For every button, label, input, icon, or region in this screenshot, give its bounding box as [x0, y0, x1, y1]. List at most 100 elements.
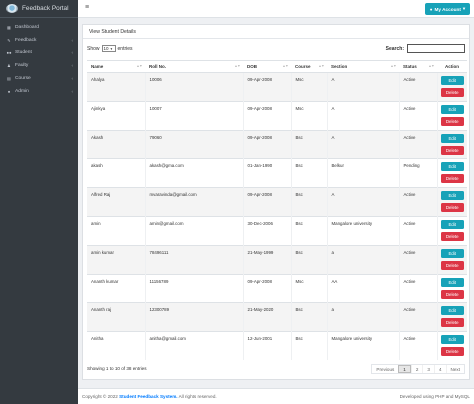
delete-button[interactable]: Delete — [440, 347, 464, 357]
pagination-page-2[interactable]: 2 — [410, 365, 423, 373]
edit-button[interactable]: Edit — [440, 335, 464, 345]
table-header-row: Name ▲▼ Roll No. ▲▼ DOB ▲▼ Course ▲▼ Section… — [87, 60, 467, 73]
sidebar-item-course[interactable]: ▤ Course ‹ — [0, 72, 78, 85]
system-name-link[interactable]: Student Feedback System. — [119, 394, 177, 399]
cell-status: Active — [398, 100, 437, 131]
sidebar-item-admin[interactable]: ● Admin ‹ — [0, 85, 78, 98]
delete-button[interactable]: Delete — [440, 318, 464, 328]
cell-roll: 79060 — [144, 129, 243, 159]
cell-status: Pending — [398, 158, 437, 188]
sidebar-item-dashboard[interactable]: ▦ Dashboard — [0, 21, 78, 34]
chevron-left-icon: ‹ — [71, 76, 74, 82]
search-control: Search: — [386, 44, 465, 53]
sort-icon: ▲▼ — [428, 64, 434, 68]
pagination-page-4[interactable]: 4 — [433, 365, 446, 373]
cell-name: Ananth raj — [87, 302, 145, 332]
table-info: Showing 1 to 10 of 38 entries — [87, 366, 147, 371]
cell-action: Edit Delete — [436, 215, 467, 246]
pagination-page-3[interactable]: 3 — [422, 365, 434, 373]
dashboard-icon: ▦ — [7, 24, 11, 30]
column-header-dob[interactable]: DOB ▲▼ — [243, 60, 291, 73]
cell-name: akash — [87, 158, 145, 188]
cell-action: Edit Delete — [436, 273, 467, 303]
column-header-section[interactable]: Section ▲▼ — [327, 60, 399, 73]
users-icon: ●● — [6, 50, 12, 56]
hamburger-menu-icon[interactable]: ≡ — [85, 4, 89, 11]
cell-course: Msc — [290, 72, 327, 102]
students-table: Name ▲▼ Roll No. ▲▼ DOB ▲▼ Course ▲▼ Section… — [87, 60, 467, 361]
delete-button[interactable]: Delete — [440, 260, 464, 270]
cell-name: Ajinkya — [87, 100, 145, 131]
edit-button[interactable]: Edit — [440, 104, 464, 114]
card-title: View Student Details — [83, 25, 469, 39]
cell-section: AA — [326, 273, 399, 303]
brand[interactable]: Feedback Portal — [0, 0, 78, 18]
cell-name: Alfred Raj — [87, 187, 145, 217]
cell-action: Edit Delete — [436, 158, 467, 188]
user-icon: ● — [7, 88, 11, 94]
sidebar-item-feedback[interactable]: ✎ Feedback ‹ — [0, 34, 78, 47]
edit-button[interactable]: Edit — [440, 248, 464, 258]
delete-button[interactable]: Delete — [440, 203, 464, 213]
cell-roll: amin@gmail.com — [144, 215, 243, 246]
sidebar-item-label: Faulty — [15, 63, 29, 69]
edit-button[interactable]: Edit — [440, 191, 464, 201]
cell-roll: 78496111 — [144, 244, 243, 275]
delete-button[interactable]: Delete — [440, 88, 464, 97]
brand-title: Feedback Portal — [22, 5, 69, 12]
cell-section: a — [326, 244, 399, 275]
edit-button[interactable]: Edit — [440, 76, 464, 85]
delete-button[interactable]: Delete — [440, 289, 464, 299]
cell-section: a — [326, 302, 399, 332]
entries-label: entries — [117, 45, 133, 52]
search-label: Search: — [385, 45, 404, 52]
edit-button[interactable]: Edit — [440, 277, 464, 287]
cell-course: Bsc — [290, 215, 327, 246]
book-icon: ▤ — [7, 76, 11, 82]
table-row: Ajinkya 10007 09-Apr-2008 Msc A Active Edit Del… — [87, 100, 467, 131]
sidebar-item-faulty[interactable]: ♟ Faulty ‹ — [0, 59, 78, 72]
column-header-name[interactable]: Name ▲▼ — [87, 60, 145, 73]
caret-down-icon: ▾ — [462, 6, 466, 11]
sort-icon: ▲▼ — [282, 64, 288, 68]
cell-status: Active — [398, 244, 437, 275]
cell-action: Edit Delete — [436, 244, 467, 275]
cell-dob: 09-Apr-2008 — [242, 187, 291, 217]
column-header-status[interactable]: Status ▲▼ — [399, 60, 437, 73]
rights-text: All rights reserved. — [178, 394, 217, 399]
student-details-card: View Student Details Show 10 ▾ entries S… — [82, 24, 470, 380]
pagination-next[interactable]: Next — [445, 365, 464, 373]
delete-button[interactable]: Delete — [440, 116, 464, 126]
delete-button[interactable]: Delete — [440, 231, 464, 241]
column-header-course[interactable]: Course ▲▼ — [291, 60, 327, 73]
user-tie-icon: ♟ — [7, 63, 11, 69]
sidebar-item-student[interactable]: ●● Student ‹ — [0, 47, 78, 60]
pagination-page-1[interactable]: 1 — [398, 365, 411, 373]
search-input[interactable] — [407, 44, 465, 53]
table-row: Anitha anitha@gmail.com 12-Jun-2001 Bsc Mang… — [87, 331, 467, 361]
edit-button[interactable]: Edit — [440, 219, 464, 229]
delete-button[interactable]: Delete — [440, 145, 464, 155]
cell-name: Anitha — [87, 331, 145, 361]
cell-action: Edit Delete — [436, 100, 467, 131]
edit-button[interactable]: Edit — [440, 306, 464, 316]
delete-button[interactable]: Delete — [440, 174, 464, 184]
chevron-left-icon: ‹ — [71, 50, 74, 56]
chevron-down-icon: ▾ — [110, 46, 113, 51]
cell-section: Belkur — [326, 158, 399, 188]
cell-status: Active — [398, 302, 437, 332]
cell-section: Mangalore university — [326, 331, 399, 361]
my-account-button[interactable]: ● My Account ▾ — [425, 3, 470, 15]
column-header-roll[interactable]: Roll No. ▲▼ — [145, 60, 243, 73]
cell-course: Bsc — [290, 158, 327, 188]
edit-button[interactable]: Edit — [440, 133, 464, 143]
edit-button[interactable]: Edit — [440, 162, 464, 172]
table-row: amin kumar 78496111 21-May-1999 Bsc a Active E… — [87, 244, 467, 275]
cell-section: A — [326, 100, 399, 131]
entries-select[interactable]: 10 ▾ — [101, 45, 116, 52]
cell-roll: akash@gma.com — [144, 158, 243, 188]
table-row: Ananth kumar 11156789 09-Apr-2008 Msc AA Acti… — [87, 273, 467, 303]
edit-icon: ✎ — [7, 37, 11, 43]
pagination-previous[interactable]: Previous — [372, 365, 398, 373]
cell-roll: 10006 — [144, 72, 243, 102]
